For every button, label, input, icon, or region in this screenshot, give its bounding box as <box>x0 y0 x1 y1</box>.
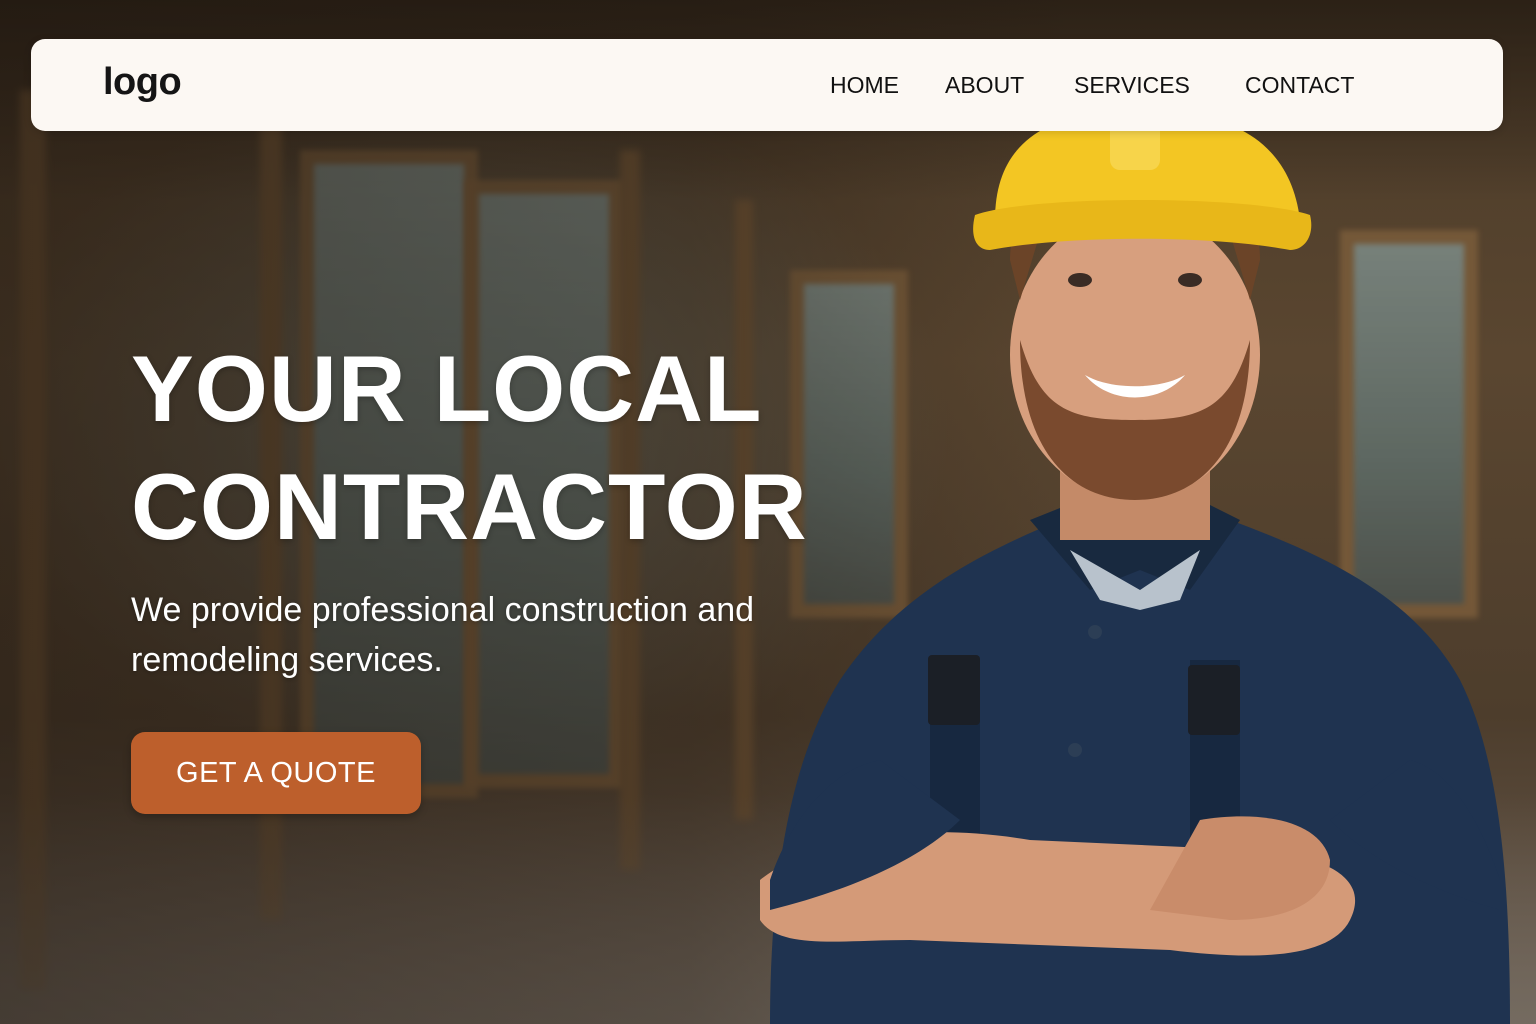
nav-services[interactable]: SERVICES <box>1074 72 1190 99</box>
nav-about[interactable]: ABOUT <box>945 72 1024 99</box>
get-a-quote-button[interactable]: GET A QUOTE <box>131 732 421 814</box>
nav-contact[interactable]: CONTACT <box>1245 72 1354 99</box>
hero-title: YOUR LOCAL CONTRACTOR <box>131 330 808 566</box>
top-navbar: logo HOME ABOUT SERVICES CONTACT <box>31 39 1503 131</box>
contractor-photo <box>760 120 1510 1024</box>
nav-home[interactable]: HOME <box>830 72 899 99</box>
hero-subtitle: We provide professional construction and… <box>131 591 755 679</box>
logo[interactable]: logo <box>103 61 182 104</box>
hero-title-line-2: CONTRACTOR <box>131 454 808 559</box>
hero-title-line-1: YOUR LOCAL <box>131 336 763 441</box>
hero-page: logo HOME ABOUT SERVICES CONTACT YOUR LO… <box>0 0 1536 1024</box>
